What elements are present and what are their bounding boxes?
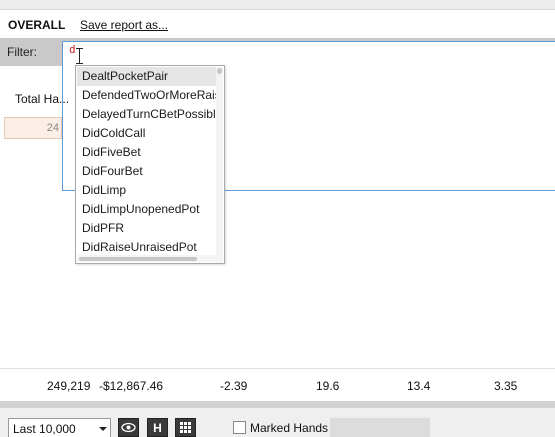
marked-hands-label: Marked Hands: [250, 421, 329, 435]
total-hands-value: 249,219: [47, 379, 91, 393]
bb-per-100-value: -2.39: [220, 379, 248, 393]
autocomplete-horizontal-scrollbar[interactable]: [77, 255, 223, 262]
h-button[interactable]: H: [147, 418, 168, 437]
hand-range-select[interactable]: Last 10,000: [8, 418, 111, 437]
bottom-toolbar: Last 10,000 H Marked Hands: [0, 408, 555, 437]
report-title: OVERALL: [8, 18, 66, 32]
autocomplete-item[interactable]: DidPFR: [77, 219, 217, 238]
top-strip: [0, 0, 555, 10]
h-button-label: H: [153, 421, 162, 435]
totals-row: 249,219 -$12,867.46 -2.39 19.6 13.4 3.35: [0, 368, 555, 402]
text-cursor-icon: [76, 48, 83, 64]
filter-typed-text: d: [69, 43, 76, 56]
autocomplete-item[interactable]: DefendedTwoOrMoreRaises: [77, 86, 217, 105]
vpip-value: 19.6: [316, 379, 340, 393]
chevron-down-icon: [99, 427, 107, 431]
save-report-link[interactable]: Save report as...: [80, 18, 168, 32]
total-hands-cell: 24: [4, 117, 62, 139]
grid-view-button[interactable]: [175, 418, 196, 437]
autocomplete-item[interactable]: DidFourBet: [77, 162, 217, 181]
autocomplete-item[interactable]: DelayedTurnCBetPossible: [77, 105, 217, 124]
report-header: OVERALL Save report as...: [0, 10, 555, 38]
pfr-value: 13.4: [407, 379, 431, 393]
aggression-value: 3.35: [494, 379, 518, 393]
total-hands-column-header[interactable]: Total Ha...: [15, 92, 69, 106]
autocomplete-vertical-scrollbar[interactable]: [216, 67, 223, 255]
eye-view-button[interactable]: [118, 418, 139, 437]
autocomplete-item[interactable]: DidFiveBet: [77, 143, 217, 162]
autocomplete-dropdown[interactable]: DealtPocketPair DefendedTwoOrMoreRaises …: [75, 65, 225, 264]
filter-label: Filter:: [7, 45, 37, 59]
autocomplete-item[interactable]: DidLimpUnopenedPot: [77, 200, 217, 219]
total-winnings-value: -$12,867.46: [99, 379, 164, 393]
autocomplete-item[interactable]: DidLimp: [77, 181, 217, 200]
marked-hands-checkbox[interactable]: [233, 421, 246, 434]
autocomplete-item[interactable]: DidColdCall: [77, 124, 217, 143]
grid-icon: [180, 422, 191, 433]
autocomplete-item[interactable]: DealtPocketPair: [77, 67, 217, 86]
eye-icon: [121, 422, 136, 433]
hand-range-value: Last 10,000: [13, 422, 76, 436]
horizontal-scrollbar[interactable]: [0, 401, 555, 408]
marked-hands-field[interactable]: [330, 418, 430, 437]
total-hands-cell-value: 24: [46, 122, 59, 134]
